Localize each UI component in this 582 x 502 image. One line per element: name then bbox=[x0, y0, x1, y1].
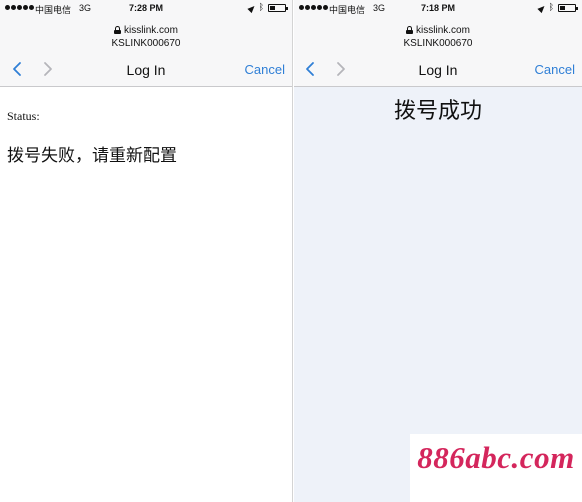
watermark-area: 886abc.com bbox=[410, 434, 582, 502]
status-indicators: ᛒ bbox=[246, 2, 288, 13]
battery-icon bbox=[268, 3, 288, 12]
browser-chrome: 中国电信 3G 7:18 PM ᛒ kisslink.com KSLINK000… bbox=[294, 0, 582, 87]
battery-icon bbox=[558, 3, 578, 12]
login-content: Status: 拨号失败，请重新配置 bbox=[0, 88, 292, 502]
network-ssid: KSLINK000670 bbox=[111, 38, 181, 49]
bluetooth-icon: ᛒ bbox=[258, 2, 264, 12]
status-label: Status: bbox=[7, 109, 40, 123]
location-arrow-icon bbox=[536, 3, 547, 13]
cancel-button[interactable]: Cancel bbox=[245, 62, 285, 77]
browser-chrome: 中国电信 3G 7:28 PM ᛒ kisslink.com KSLINK000… bbox=[0, 0, 292, 87]
address-domain: kisslink.com bbox=[124, 25, 178, 36]
lock-icon bbox=[114, 26, 122, 34]
status-bar: 中国电信 3G 7:18 PM ᛒ bbox=[294, 0, 582, 18]
left-phone-screen: 中国电信 3G 7:28 PM ᛒ kisslink.com KSLINK000… bbox=[0, 0, 293, 502]
cancel-button[interactable]: Cancel bbox=[535, 62, 575, 77]
location-arrow-icon bbox=[246, 3, 257, 13]
watermark-text: 886abc.com bbox=[417, 440, 575, 475]
bluetooth-icon: ᛒ bbox=[548, 2, 554, 12]
lock-icon bbox=[406, 26, 414, 34]
network-ssid: KSLINK000670 bbox=[403, 38, 473, 49]
right-phone-screen: 中国电信 3G 7:18 PM ᛒ kisslink.com KSLINK000… bbox=[294, 0, 582, 502]
address-domain: kisslink.com bbox=[416, 25, 470, 36]
nav-bar: Log In Cancel bbox=[294, 55, 582, 85]
dial-failed-message: 拨号失败，请重新配置 bbox=[7, 146, 177, 166]
nav-bar: Log In Cancel bbox=[0, 55, 292, 85]
status-bar: 中国电信 3G 7:28 PM ᛒ bbox=[0, 0, 292, 18]
status-indicators: ᛒ bbox=[536, 2, 578, 13]
dial-success-message: 拨号成功 bbox=[393, 99, 482, 124]
address-bar[interactable]: kisslink.com KSLINK000670 bbox=[294, 24, 582, 50]
address-bar[interactable]: kisslink.com KSLINK000670 bbox=[0, 24, 292, 50]
